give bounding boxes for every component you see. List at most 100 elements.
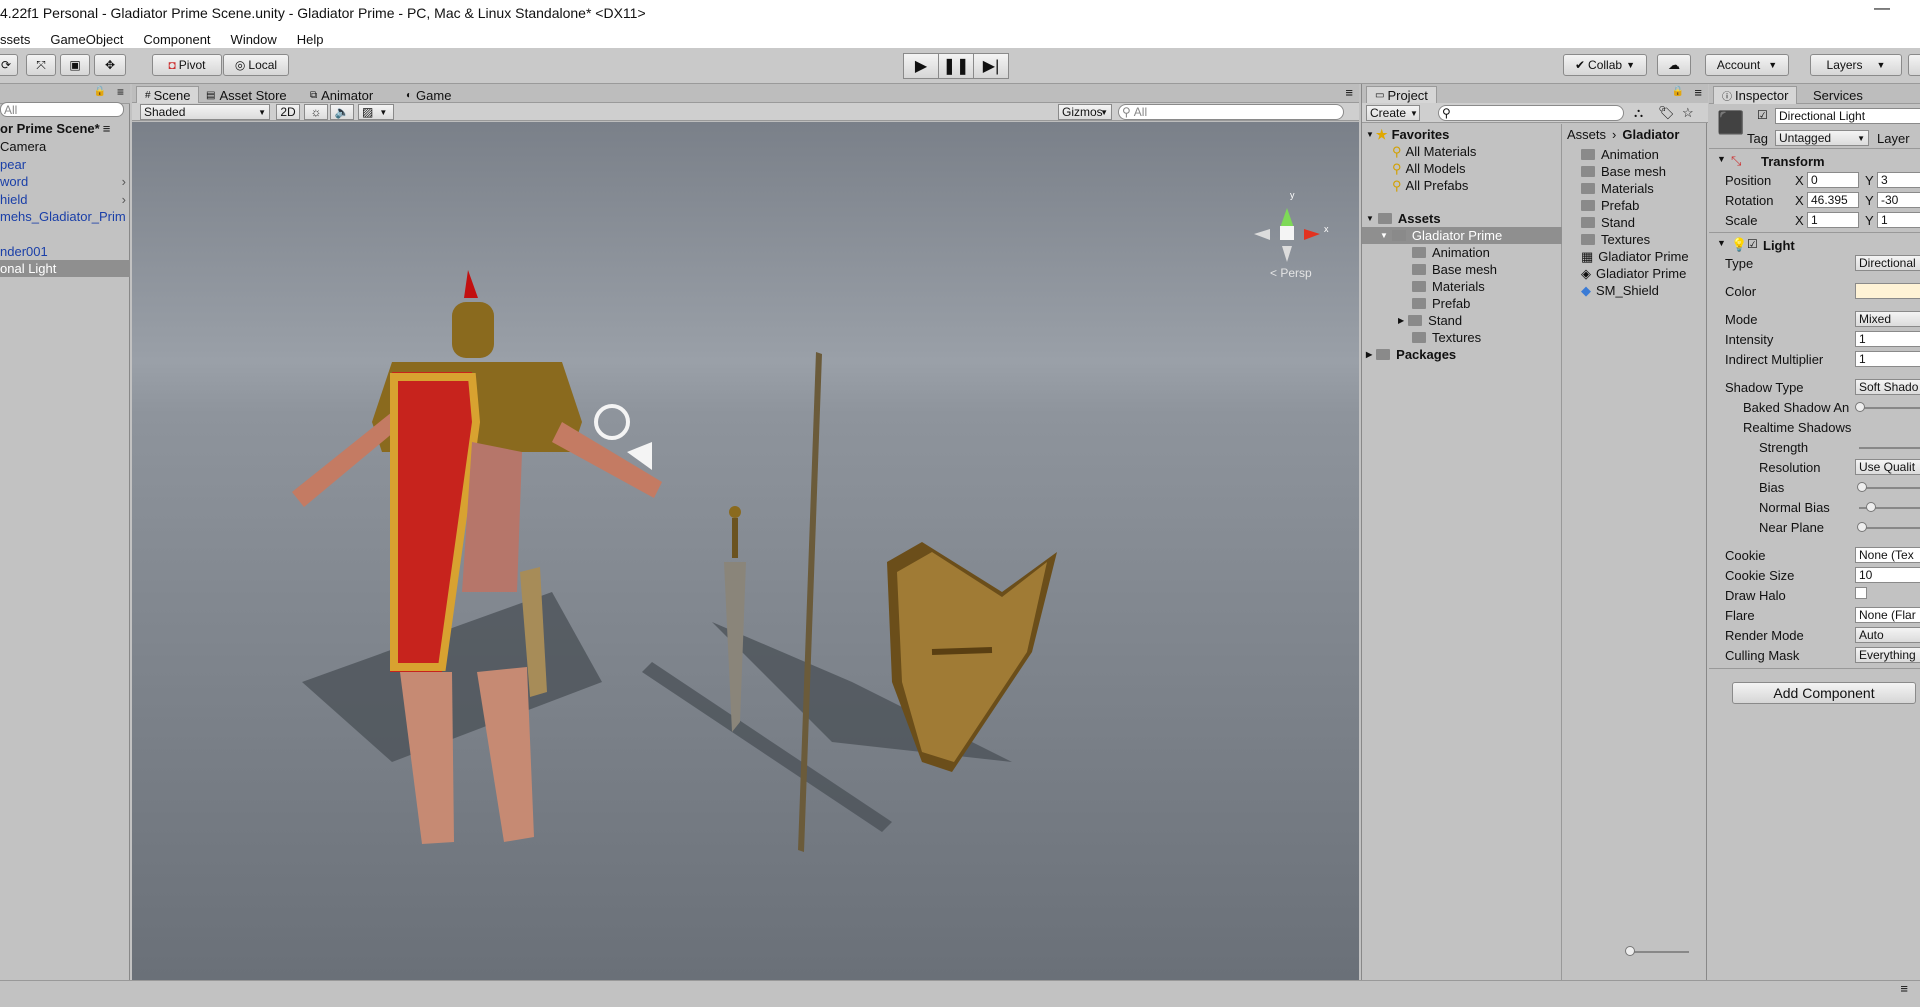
content-base-mesh[interactable]: Base mesh — [1581, 163, 1666, 180]
hierarchy-search-input[interactable]: All — [0, 102, 124, 117]
breadcrumb-current[interactable]: Gladiator — [1622, 127, 1679, 142]
folder-prefab[interactable]: Prefab — [1412, 295, 1470, 312]
flare-field[interactable]: None (Flar — [1855, 607, 1920, 623]
gizmos-dropdown[interactable]: Gizmos ▼ — [1058, 104, 1112, 120]
object-name-field[interactable]: Directional Light — [1775, 108, 1920, 124]
menu-gameobject[interactable]: GameObject — [50, 32, 123, 47]
layers-dropdown[interactable]: Layers ▼ — [1810, 54, 1902, 76]
project-search-input[interactable]: ⚲ — [1438, 105, 1624, 121]
tab-services[interactable]: Services — [1805, 86, 1871, 104]
rotate-tool-button[interactable]: ⟳ — [0, 54, 18, 76]
bias-slider[interactable] — [1859, 487, 1920, 489]
local-button[interactable]: ◎ Local — [223, 54, 289, 76]
intensity-field[interactable]: 1 — [1855, 331, 1920, 347]
scale-y-field[interactable]: 1 — [1877, 212, 1920, 228]
baked-shadow-knob[interactable] — [1855, 402, 1865, 412]
tab-animator[interactable]: ⧉ Animator — [302, 86, 381, 104]
type-dropdown[interactable]: Directional — [1855, 255, 1920, 271]
folder-gladiator-prime[interactable]: ▼ Gladiator Prime — [1362, 227, 1562, 244]
shading-dropdown[interactable]: Shaded ▼ — [140, 104, 270, 120]
active-checkbox[interactable]: ☑ — [1757, 108, 1768, 122]
assets-node[interactable]: ▼ Assets — [1366, 210, 1441, 227]
folder-animation[interactable]: Animation — [1412, 244, 1490, 261]
hierarchy-item-directional-light[interactable]: onal Light — [0, 260, 130, 277]
cloud-button[interactable]: ☁ — [1657, 54, 1691, 76]
rotation-y-field[interactable]: -30 — [1877, 192, 1920, 208]
cookie-size-field[interactable]: 10 — [1855, 567, 1920, 583]
favorites-node[interactable]: ▼ ★ Favorites — [1366, 126, 1449, 143]
tab-scene[interactable]: # Scene — [136, 86, 200, 104]
transform-tool-button[interactable]: ✥ — [94, 54, 126, 76]
strength-slider[interactable] — [1859, 447, 1920, 449]
collab-button[interactable]: ✔ Collab ▼ — [1563, 54, 1647, 76]
breadcrumb-assets[interactable]: Assets — [1567, 127, 1606, 142]
render-mode-dropdown[interactable]: Auto — [1855, 627, 1920, 643]
favorite-all-materials[interactable]: ⚲ All Materials — [1392, 143, 1476, 160]
tab-inspector[interactable]: ⓘ Inspector — [1713, 86, 1798, 104]
draw-halo-checkbox[interactable] — [1855, 587, 1867, 599]
resolution-dropdown[interactable]: Use Qualit — [1855, 459, 1920, 475]
content-materials[interactable]: Materials — [1581, 180, 1654, 197]
persp-label[interactable]: < Persp — [1270, 266, 1312, 280]
star-icon[interactable]: ☆ — [1682, 105, 1694, 121]
menu-icon[interactable]: ≡ — [1694, 85, 1702, 100]
pause-button[interactable]: ❚❚ — [938, 53, 974, 79]
packages-node[interactable]: ▶ Packages — [1366, 346, 1456, 363]
shadow-type-dropdown[interactable]: Soft Shado — [1855, 379, 1920, 395]
content-textures[interactable]: Textures — [1581, 231, 1650, 248]
mode-dropdown[interactable]: Mixed — [1855, 311, 1920, 327]
add-component-button[interactable]: Add Component — [1732, 682, 1916, 704]
content-animation[interactable]: Animation — [1581, 146, 1659, 163]
tab-project[interactable]: ▭ Project — [1366, 86, 1437, 104]
hierarchy-item-shield[interactable]: hield › — [0, 191, 130, 208]
folder-base-mesh[interactable]: Base mesh — [1412, 261, 1497, 278]
audio-toggle[interactable]: 🔈 — [330, 104, 354, 120]
folder-stand[interactable]: ▶ Stand — [1398, 312, 1462, 329]
step-button[interactable]: ▶| — [973, 53, 1009, 79]
create-dropdown[interactable]: Create ▼ — [1366, 105, 1420, 121]
scale-x-field[interactable]: 1 — [1807, 212, 1859, 228]
favorite-all-models[interactable]: ⚲ All Models — [1392, 160, 1466, 177]
minimize-button[interactable]: — — [1874, 0, 1890, 18]
position-x-field[interactable]: 0 — [1807, 172, 1859, 188]
menu-icon[interactable]: ≡ — [1900, 981, 1908, 996]
bias-knob[interactable] — [1857, 482, 1867, 492]
folder-textures[interactable]: Textures — [1412, 329, 1481, 346]
hierarchy-item-render[interactable]: nder001 — [0, 243, 130, 260]
chevron-right-icon[interactable]: › — [122, 192, 126, 207]
2d-toggle[interactable]: 2D — [276, 104, 300, 120]
hierarchy-item-camera[interactable]: Camera — [0, 138, 130, 155]
account-dropdown[interactable]: Account ▼ — [1705, 54, 1789, 76]
content-gladiator-prime-1[interactable]: ▦ Gladiator Prime — [1581, 248, 1689, 265]
menu-icon[interactable]: ≡ — [103, 121, 111, 136]
content-prefab[interactable]: Prefab — [1581, 197, 1639, 214]
menu-icon[interactable]: ≡ — [117, 85, 124, 99]
menu-help[interactable]: Help — [297, 32, 324, 47]
tag-icon[interactable]: 🏷 — [1658, 105, 1675, 121]
near-plane-knob[interactable] — [1857, 522, 1867, 532]
lock-icon[interactable]: 🔒 — [94, 86, 106, 97]
layout-dropdown[interactable] — [1908, 54, 1920, 76]
lock-icon[interactable]: 🔒 — [1672, 86, 1684, 97]
near-plane-slider[interactable] — [1859, 527, 1920, 529]
indirect-multiplier-field[interactable]: 1 — [1855, 351, 1920, 367]
effects-dropdown[interactable]: ▨ ▼ — [358, 104, 394, 120]
culling-mask-dropdown[interactable]: Everything — [1855, 647, 1920, 663]
triangle-down-icon[interactable]: ▼ — [1717, 238, 1726, 248]
play-button[interactable]: ▶ — [903, 53, 939, 79]
normal-bias-knob[interactable] — [1866, 502, 1876, 512]
menu-component[interactable]: Component — [143, 32, 210, 47]
tab-game[interactable]: ◐ Game — [398, 86, 459, 104]
chevron-right-icon[interactable]: › — [122, 174, 126, 189]
color-swatch[interactable] — [1855, 283, 1920, 299]
tag-dropdown[interactable]: Untagged ▼ — [1775, 130, 1869, 146]
cookie-field[interactable]: None (Tex — [1855, 547, 1920, 563]
tab-asset-store[interactable]: ▤ Asset Store — [198, 86, 295, 104]
content-sm-shield[interactable]: ◆ SM_Shield — [1581, 282, 1659, 299]
icon-size-slider-knob[interactable] — [1625, 946, 1635, 956]
menu-window[interactable]: Window — [231, 32, 277, 47]
rotation-x-field[interactable]: 46.395 — [1807, 192, 1859, 208]
content-stand[interactable]: Stand — [1581, 214, 1635, 231]
light-enabled-checkbox[interactable]: ☑ — [1747, 237, 1758, 251]
content-gladiator-prime-2[interactable]: ◈ Gladiator Prime — [1581, 265, 1686, 282]
